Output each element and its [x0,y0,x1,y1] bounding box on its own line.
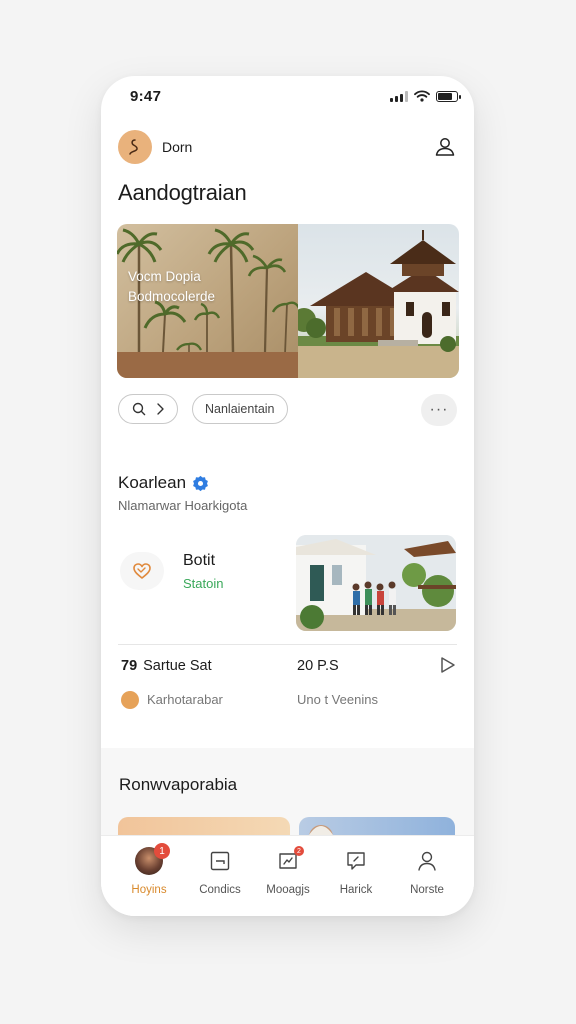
meta-left-text: Karhotarabar [147,692,223,707]
tab-track[interactable]: Harick [321,846,391,896]
village-scene-illustration [296,535,456,631]
stat-left: 79 Sartue Sat [121,658,212,674]
section-subtitle: Nlamarwar Hoarkigota [118,498,248,513]
tab-label: Harick [339,884,373,896]
stat-right-number: 20 [297,658,314,674]
search-icon [132,402,146,416]
account-icon[interactable] [433,135,457,159]
stat-left-label: Sartue Sat [143,658,212,674]
heritage-building-illustration [298,230,459,378]
hero-caption: Vocm Dopia Bodmocolerde [128,267,215,307]
verified-badge-icon [193,475,208,491]
phone-screen: 9:47 Dorn Aandogtraian Vocm Dopia Bodmoc… [101,76,474,916]
tab-messages[interactable]: 2 Mooagjs [253,846,323,896]
hero-building-photo [298,224,459,378]
meta-right-text[interactable]: Uno t Veenins [297,692,378,707]
wifi-icon [414,90,430,102]
filter-chip-tag[interactable]: Nanlaientain [192,394,288,424]
feature-title: Botit [183,552,216,569]
bottom-tab-bar: 1 Hoyins Condics 2 Mooagjs Harick Norste [101,835,474,916]
recommendations-title: Ronwvaporabia [119,775,238,794]
hero-wall [117,352,298,378]
tab-label: Mooagjs [266,884,310,896]
section-title: Koarlean [118,473,209,493]
hero-caption-line1: Vocm Dopia [128,269,201,284]
tab-label: Hoyins [131,884,167,896]
status-bar: 9:47 [101,76,474,120]
hero-palm-panel: Vocm Dopia Bodmocolerde [117,224,298,378]
username-label: Dorn [162,139,193,155]
meta-dot-icon [121,691,139,709]
tab-label: Norste [410,884,444,896]
notification-badge: 2 [294,846,304,856]
avatar[interactable] [118,130,152,164]
hero-caption-line2: Bodmocolerde [128,289,216,304]
stat-right: 20 P.S [297,658,339,674]
hero-banner[interactable]: Vocm Dopia Bodmocolerde [117,224,459,378]
page-title: Aandogtraian [118,180,247,205]
person-icon [129,139,138,155]
tab-profile[interactable]: Norste [392,846,462,896]
play-icon[interactable] [440,656,456,674]
stat-right-label: P.S [317,658,339,674]
search-chip[interactable] [118,394,178,424]
signal-icon [390,90,408,102]
battery-icon [436,90,461,102]
chevron-right-icon [157,403,164,415]
feature-icon-button[interactable] [120,552,164,590]
stat-left-number: 79 [121,658,138,674]
tab-conditions[interactable]: Condics [185,846,255,896]
status-time: 9:47 [130,88,162,105]
document-icon [210,851,230,871]
tab-home[interactable]: 1 Hoyins [114,843,184,896]
profile-icon [418,851,436,871]
divider [118,644,457,645]
chat-icon [347,852,365,870]
profile-row: Dorn [118,130,457,164]
status-icons [390,90,461,102]
more-dots-icon: ··· [429,401,449,418]
notification-badge: 1 [154,843,170,859]
section-title-text: Koarlean [118,473,187,492]
filter-chip-row: Nanlaientain ··· [118,394,457,428]
feature-photo[interactable] [296,535,456,631]
heart-hands-icon [133,563,151,579]
tab-label: Condics [199,884,241,896]
more-options-button[interactable]: ··· [421,394,457,426]
feature-status: Statoin [183,576,224,591]
